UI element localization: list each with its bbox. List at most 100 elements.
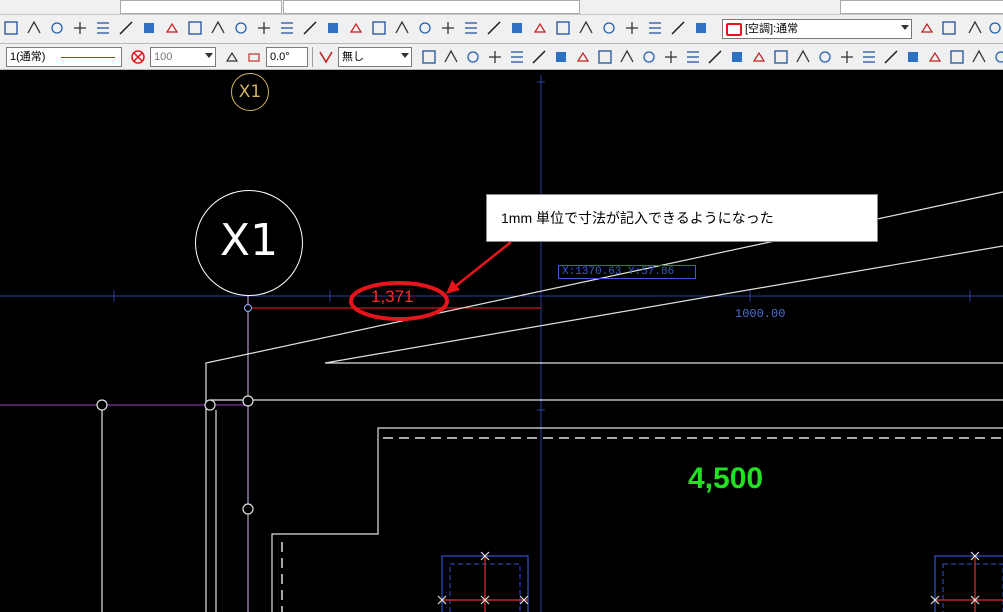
roof-line-inner <box>324 245 1003 364</box>
layer-combo[interactable]: 1(通常) <box>6 47 122 67</box>
print-style-combo[interactable]: [空調]:通常 <box>722 19 912 39</box>
row2-tool-icon[interactable] <box>596 48 614 66</box>
row1-tool-icon[interactable] <box>48 19 66 37</box>
drawing-canvas[interactable] <box>0 70 1003 612</box>
row1-tool-icon[interactable] <box>966 19 984 37</box>
row1-tool-icon[interactable] <box>940 19 958 37</box>
layer-value: 1(通常) <box>10 51 46 63</box>
toolbar-separator <box>312 47 313 67</box>
cad-window: [空調]:通常 1(通常) 100 0.0° 無し X1 X1 X:1370.6… <box>0 0 1003 612</box>
row2-tool-icon[interactable] <box>618 48 636 66</box>
row1-tool-icon[interactable] <box>117 19 135 37</box>
node-circle[interactable] <box>242 395 254 407</box>
top-combo-partial[interactable] <box>120 0 282 14</box>
row2-tool-icon[interactable] <box>904 48 922 66</box>
row2-tool-icon[interactable] <box>750 48 768 66</box>
node-circle-blue[interactable] <box>243 303 253 313</box>
row2-tool-icon[interactable] <box>882 48 900 66</box>
roof-line-outer <box>205 191 1003 612</box>
row1-tool-icon[interactable] <box>347 19 365 37</box>
node-circle[interactable] <box>242 503 254 515</box>
row1-tool-icon[interactable] <box>94 19 112 37</box>
grid-label-x1[interactable]: X1 <box>195 190 303 296</box>
dimension-text-blue[interactable]: 1000.00 <box>735 307 785 321</box>
row2-tool-icon[interactable] <box>992 48 1003 66</box>
row1-tool-icon[interactable] <box>692 19 710 37</box>
row2-tool-icon[interactable] <box>772 48 790 66</box>
property-toolbar: 1(通常) 100 0.0° 無し <box>0 44 1003 70</box>
row2-tool-icon[interactable] <box>442 48 460 66</box>
rotate-icon[interactable] <box>224 49 240 65</box>
row1-tool-icon[interactable] <box>163 19 181 37</box>
row1-tool-icon[interactable] <box>393 19 411 37</box>
row2-tool-icon[interactable] <box>420 48 438 66</box>
row2-tool-icon[interactable] <box>948 48 966 66</box>
row2-tool-icon[interactable] <box>684 48 702 66</box>
row1-tool-icon[interactable] <box>370 19 388 37</box>
row1-tool-icon[interactable] <box>531 19 549 37</box>
column-symbol <box>437 551 529 612</box>
row2-tool-icon[interactable] <box>926 48 944 66</box>
top-combo-partial-3[interactable] <box>840 0 1003 14</box>
chevron-down-icon <box>205 53 213 58</box>
dimension-text-green[interactable]: 4,500 <box>688 462 763 496</box>
row2-tool-icon[interactable] <box>816 48 834 66</box>
row2-tool-icon[interactable] <box>970 48 988 66</box>
line-weight-combo[interactable]: 100 <box>150 47 216 67</box>
node-circle[interactable] <box>204 399 216 411</box>
row1-tool-icon[interactable] <box>25 19 43 37</box>
row2-tool-icon[interactable] <box>552 48 570 66</box>
angle-field[interactable]: 0.0° <box>266 47 308 67</box>
row1-tool-icon[interactable] <box>209 19 227 37</box>
row1-tool-icon[interactable] <box>2 19 20 37</box>
chevron-down-icon <box>401 53 409 58</box>
row2-tool-icon[interactable] <box>530 48 548 66</box>
row1-tool-icon[interactable] <box>600 19 618 37</box>
row1-tool-icon[interactable] <box>439 19 457 37</box>
angle-icon[interactable] <box>246 49 262 65</box>
row2-tool-icon[interactable] <box>640 48 658 66</box>
print-style-value: [空調]:通常 <box>745 23 799 35</box>
row2-tool-icon[interactable] <box>794 48 812 66</box>
row2-tool-icon[interactable] <box>838 48 856 66</box>
chevron-down-icon <box>901 25 909 30</box>
node-circle[interactable] <box>96 399 108 411</box>
row2-tool-icon[interactable] <box>508 48 526 66</box>
row1-tool-icon[interactable] <box>646 19 664 37</box>
row1-tool-icon[interactable] <box>140 19 158 37</box>
room-outline <box>271 427 1003 612</box>
row2-tool-icon[interactable] <box>728 48 746 66</box>
row1-tool-icon[interactable] <box>324 19 342 37</box>
coordinate-readout: X:1370.63 Y:57.86 <box>558 265 696 279</box>
dimension-text-red[interactable]: 1,371 <box>371 287 414 307</box>
row2-tool-icon[interactable] <box>662 48 680 66</box>
row1-tool-icon[interactable] <box>416 19 434 37</box>
row1-tool-icon[interactable] <box>508 19 526 37</box>
fill-combo[interactable]: 無し <box>338 47 412 67</box>
annotation-arrow-head <box>446 280 460 294</box>
row1-tool-icon[interactable] <box>485 19 503 37</box>
top-combo-partial-2[interactable] <box>283 0 580 14</box>
row1-tool-icon[interactable] <box>278 19 296 37</box>
row1-tool-icon[interactable] <box>232 19 250 37</box>
row2-tool-icon[interactable] <box>574 48 592 66</box>
row2-tool-icon[interactable] <box>860 48 878 66</box>
row1-tool-icon[interactable] <box>623 19 641 37</box>
angle-value: 0.0° <box>270 51 290 63</box>
row1-tool-icon[interactable] <box>186 19 204 37</box>
fill-icon[interactable] <box>318 49 334 65</box>
row1-tool-icon[interactable] <box>462 19 480 37</box>
row2-tool-icon[interactable] <box>464 48 482 66</box>
row1-tool-icon[interactable] <box>301 19 319 37</box>
row1-tool-icon[interactable] <box>71 19 89 37</box>
grid-label-x1-small[interactable]: X1 <box>231 73 269 111</box>
row1-tool-icon[interactable] <box>577 19 595 37</box>
row1-tool-icon[interactable] <box>255 19 273 37</box>
row1-tool-icon[interactable] <box>554 19 572 37</box>
row2-tool-icon[interactable] <box>706 48 724 66</box>
no-pen-icon[interactable] <box>130 49 146 65</box>
row1-tool-icon[interactable] <box>986 19 1003 37</box>
row2-tool-icon[interactable] <box>486 48 504 66</box>
row1-tool-icon[interactable] <box>669 19 687 37</box>
row1-tool-icon[interactable] <box>918 19 936 37</box>
